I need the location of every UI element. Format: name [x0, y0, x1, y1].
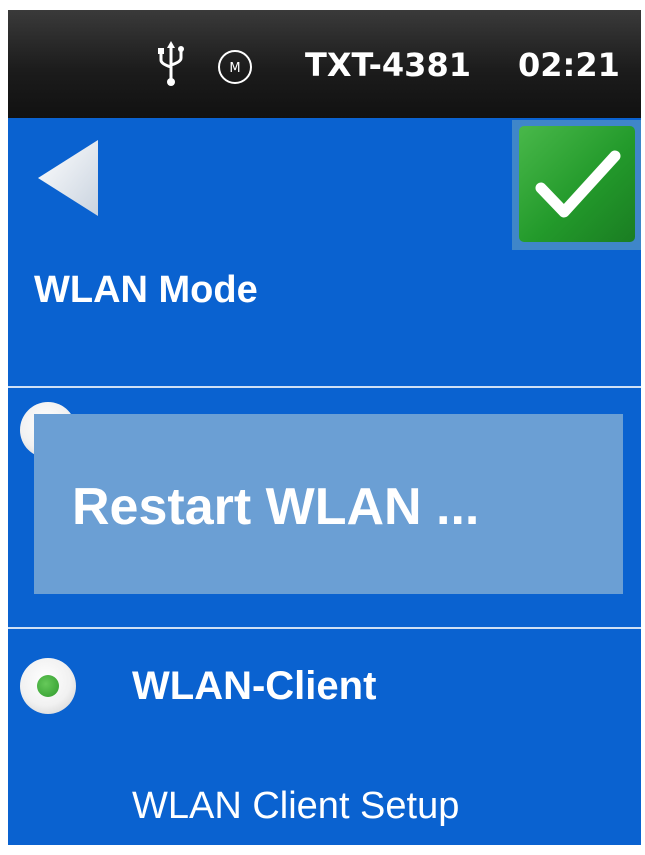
- divider: [8, 386, 641, 388]
- restart-message: Restart WLAN ...: [72, 478, 480, 536]
- device-screen: M TXT-4381 02:21 WLAN Mode Restart WLAN …: [8, 10, 641, 845]
- radio-option-wlan-client[interactable]: [20, 658, 76, 714]
- device-name: TXT-4381: [305, 46, 471, 84]
- wlan-client-setup-link[interactable]: WLAN Client Setup: [132, 780, 459, 832]
- back-arrow-icon[interactable]: [34, 138, 104, 218]
- radio-selected-dot: [37, 675, 59, 697]
- checkmark-icon: [535, 150, 621, 218]
- restart-dialog: Restart WLAN ...: [34, 414, 623, 594]
- confirm-button[interactable]: [512, 120, 641, 250]
- usb-icon: [158, 41, 184, 86]
- m-circle-letter: M: [229, 61, 240, 76]
- page-title: WLAN Mode: [34, 269, 258, 311]
- clock-time: 02:21: [518, 46, 620, 84]
- divider: [8, 627, 641, 629]
- confirm-button-face: [519, 126, 635, 242]
- option-label-wlan-client[interactable]: WLAN-Client: [132, 658, 376, 714]
- status-bar: M TXT-4381 02:21: [8, 10, 641, 118]
- m-circle-icon: M: [218, 50, 252, 84]
